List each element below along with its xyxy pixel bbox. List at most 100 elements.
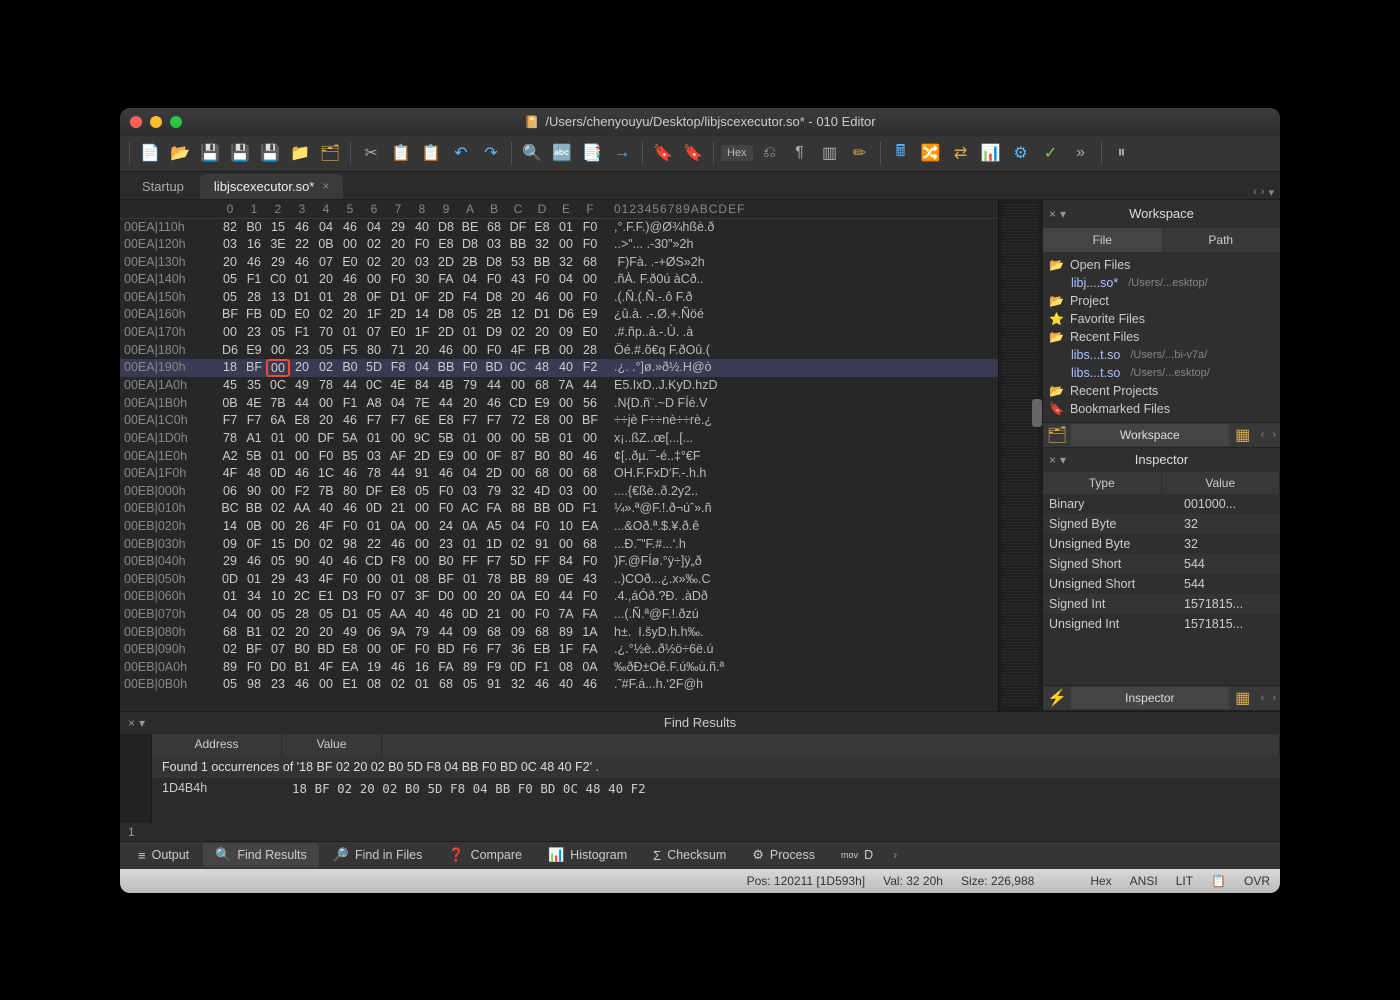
hex-byte[interactable]: D0 [290, 536, 314, 554]
hex-byte[interactable]: 29 [266, 254, 290, 272]
hex-byte[interactable]: D1 [338, 606, 362, 624]
hex-row[interactable]: 00EA|190h18BF002002B05DF804BBF0BD0C4840F… [120, 359, 998, 377]
hex-byte[interactable]: F0 [242, 659, 266, 677]
hex-byte[interactable]: 00 [266, 359, 290, 377]
hex-byte[interactable]: B0 [530, 448, 554, 466]
hex-byte[interactable]: 46 [434, 342, 458, 360]
hex-byte[interactable]: F0 [530, 606, 554, 624]
hex-byte[interactable]: 7E [410, 395, 434, 413]
hex-row[interactable]: 00EA|150h052813D101280FD10F2DF4D8204600F… [120, 289, 998, 307]
hex-byte[interactable]: 00 [554, 236, 578, 254]
hex-byte[interactable]: F7 [218, 412, 242, 430]
hex-editor[interactable]: 0123456789ABCDEF 0123456789ABCDEF 00EA|1… [120, 200, 998, 711]
startup-tab[interactable]: Startup [128, 174, 198, 199]
hex-byte[interactable]: 00 [554, 465, 578, 483]
hex-byte[interactable]: 03 [218, 236, 242, 254]
hex-byte[interactable]: 46 [530, 289, 554, 307]
hex-byte[interactable]: FF [530, 553, 554, 571]
hex-byte[interactable]: 02 [314, 536, 338, 554]
hex-byte[interactable]: 0E [554, 571, 578, 589]
hex-byte[interactable]: 89 [554, 624, 578, 642]
hex-byte[interactable]: DF [314, 430, 338, 448]
hex-byte[interactable]: 09 [554, 324, 578, 342]
hex-byte[interactable]: BC [218, 500, 242, 518]
undo-icon[interactable]: ↶ [448, 140, 474, 166]
hex-byte[interactable]: BB [530, 254, 554, 272]
hex-byte[interactable]: AA [290, 500, 314, 518]
hex-byte[interactable]: 00 [242, 606, 266, 624]
hex-byte[interactable]: 00 [266, 342, 290, 360]
hex-byte[interactable]: DF [362, 483, 386, 501]
hex-byte[interactable]: 28 [242, 289, 266, 307]
inspector-row[interactable]: Signed Int1571815... [1043, 594, 1280, 614]
hex-byte[interactable]: 9C [410, 430, 434, 448]
inspector-menu-icon[interactable]: ▾ [1060, 453, 1066, 467]
workspace-file-tab[interactable]: File [1043, 228, 1162, 252]
hex-byte[interactable]: F0 [434, 483, 458, 501]
hex-byte[interactable]: 46 [338, 465, 362, 483]
hex-byte[interactable]: 28 [290, 606, 314, 624]
hex-byte[interactable]: 82 [218, 219, 242, 237]
workspace-next-icon[interactable]: › [1268, 429, 1280, 441]
hex-byte[interactable]: E8 [530, 412, 554, 430]
hex-byte[interactable]: 23 [242, 324, 266, 342]
hex-byte[interactable]: 01 [290, 271, 314, 289]
hex-ascii[interactable]: .4.,áÓð.?Ð. .àDð [614, 588, 708, 606]
hex-byte[interactable]: 04 [314, 219, 338, 237]
hex-byte[interactable]: 05 [314, 606, 338, 624]
hex-byte[interactable]: 79 [482, 483, 506, 501]
hex-byte[interactable]: 08 [410, 571, 434, 589]
checksum-tab[interactable]: ΣChecksum [641, 844, 738, 867]
hex-byte[interactable]: F0 [338, 571, 362, 589]
bookmark2-icon[interactable]: 🔖 [680, 140, 706, 166]
hex-byte[interactable]: 43 [290, 571, 314, 589]
hex-byte[interactable]: F1 [530, 659, 554, 677]
hex-byte[interactable]: 1A [578, 624, 602, 642]
hex-ascii[interactable]: .ñÀ. F.ð0ú àCð.. [614, 271, 704, 289]
hex-byte[interactable]: 98 [338, 536, 362, 554]
hex-byte[interactable]: 01 [554, 219, 578, 237]
hex-byte[interactable]: 00 [386, 430, 410, 448]
hex-row[interactable]: 00EB|0B0h0598234600E10802016805913246404… [120, 676, 998, 694]
hex-byte[interactable]: F0 [530, 518, 554, 536]
hex-ascii[interactable]: .N{D.ñ¨.~D FÍé.V [614, 395, 707, 413]
hex-byte[interactable]: 0D [458, 606, 482, 624]
hex-byte[interactable]: DF [506, 219, 530, 237]
open-file-item[interactable]: libj....so*/Users/...esktop/ [1049, 274, 1274, 292]
hex-row[interactable]: 00EB|040h294605904046CDF800B0FFF75DFF84F… [120, 553, 998, 571]
hex-byte[interactable]: 28 [578, 342, 602, 360]
hex-byte[interactable]: 46 [290, 676, 314, 694]
hex-row[interactable]: 00EB|070h0400052805D105AA40460D2100F07AF… [120, 606, 998, 624]
hex-byte[interactable]: BF [242, 641, 266, 659]
find-in-files-tab[interactable]: 🔎Find in Files [321, 843, 435, 867]
hex-byte[interactable]: 03 [362, 448, 386, 466]
folder-icon[interactable]: 📁 [287, 140, 313, 166]
hex-byte[interactable]: 16 [242, 236, 266, 254]
hex-byte[interactable]: CD [362, 553, 386, 571]
hex-byte[interactable]: D8 [482, 254, 506, 272]
hex-byte[interactable]: 00 [506, 606, 530, 624]
hex-byte[interactable]: 4F [506, 342, 530, 360]
hex-byte[interactable]: 70 [314, 324, 338, 342]
hex-byte[interactable]: F0 [482, 342, 506, 360]
hex-byte[interactable]: 10 [554, 518, 578, 536]
hex-byte[interactable]: 46 [578, 448, 602, 466]
hex-byte[interactable]: 12 [506, 306, 530, 324]
hex-byte[interactable]: FA [578, 641, 602, 659]
hex-byte[interactable]: 40 [314, 500, 338, 518]
hex-byte[interactable]: 20 [506, 289, 530, 307]
hex-byte[interactable]: 4E [242, 395, 266, 413]
hex-ascii[interactable]: ...&Oð.ª.$.¥.ð.ê [614, 518, 699, 536]
hex-byte[interactable]: 46 [434, 606, 458, 624]
hex-byte[interactable]: E1 [314, 588, 338, 606]
hex-byte[interactable]: 00 [458, 342, 482, 360]
hex-byte[interactable]: F0 [578, 289, 602, 307]
hex-byte[interactable]: 07 [386, 588, 410, 606]
hex-byte[interactable]: 00 [554, 289, 578, 307]
hex-byte[interactable]: 43 [506, 271, 530, 289]
hex-byte[interactable]: 00 [266, 518, 290, 536]
hex-row[interactable]: 00EB|080h68B102202049069A794409680968891… [120, 624, 998, 642]
highlight-icon[interactable]: ✏ [847, 140, 873, 166]
hex-byte[interactable]: 46 [338, 553, 362, 571]
hex-byte[interactable]: 98 [242, 676, 266, 694]
